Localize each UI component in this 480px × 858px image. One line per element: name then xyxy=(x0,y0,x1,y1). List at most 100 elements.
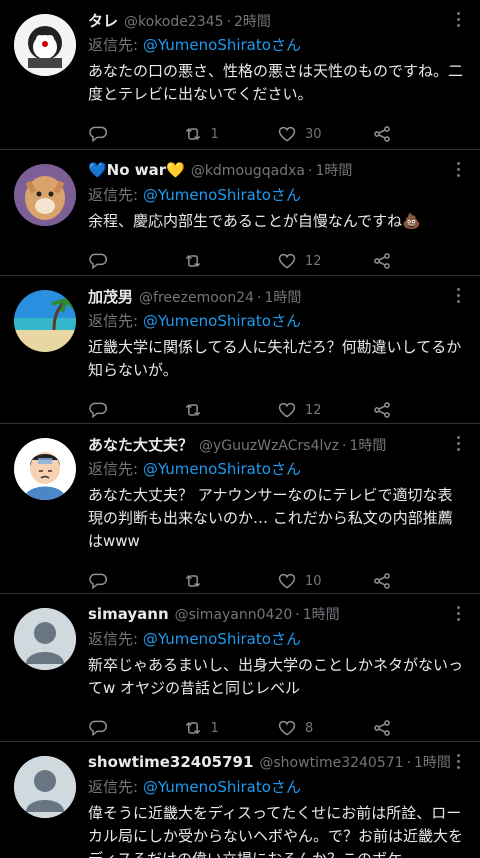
separator-dot: · xyxy=(308,163,313,179)
retweet-icon xyxy=(185,403,200,417)
tweet-item[interactable]: 💙No war💛 @kdmougqadxa · 1時間 返信先: @Yumeno… xyxy=(0,150,480,276)
reply-suffix: さん xyxy=(270,36,301,54)
heart-icon xyxy=(278,253,296,269)
like-button[interactable]: 12 xyxy=(277,251,372,271)
display-name[interactable]: あなた大丈夫？ xyxy=(88,434,193,455)
more-options-icon[interactable] xyxy=(456,754,462,772)
display-name[interactable]: simayann xyxy=(88,605,169,623)
more-options-icon[interactable] xyxy=(456,606,462,624)
like-button[interactable]: 12 xyxy=(277,400,372,420)
separator-dot: · xyxy=(406,755,412,771)
like-count: 10 xyxy=(305,573,322,589)
separator-dot: · xyxy=(295,607,300,623)
tweet-item[interactable]: あなた大丈夫？ @yGuuzWzACrs4lvz · 1時間 返信先: @Yum… xyxy=(0,424,480,594)
reply-button[interactable] xyxy=(88,124,183,144)
share-icon xyxy=(373,253,390,269)
more-options-icon[interactable] xyxy=(456,288,462,306)
tweet-item[interactable]: 加茂男 @freezemoon24 · 1時間 返信先: @YumenoShir… xyxy=(0,276,480,424)
timestamp[interactable]: 1時間 xyxy=(414,752,451,772)
reply-suffix: さん xyxy=(270,778,301,796)
retweet-button[interactable] xyxy=(183,571,278,591)
retweet-button[interactable] xyxy=(183,251,278,271)
like-count: 8 xyxy=(305,720,314,736)
display-name[interactable]: 加茂男 xyxy=(88,286,133,307)
reply-to-link[interactable]: @YumenoShirato xyxy=(143,630,271,648)
reply-button[interactable] xyxy=(88,400,183,420)
reply-to-link[interactable]: @YumenoShirato xyxy=(143,778,271,796)
tweet-actions: 12 xyxy=(88,241,466,281)
reply-prefix: 返信先: xyxy=(88,186,139,204)
like-button[interactable]: 30 xyxy=(277,124,372,144)
display-name[interactable]: タレ xyxy=(88,10,118,31)
like-button[interactable]: 10 xyxy=(277,571,372,591)
retweet-count: 1 xyxy=(210,126,219,142)
user-handle[interactable]: @freezemoon24 xyxy=(139,290,254,306)
retweet-count: 1 xyxy=(210,720,219,736)
reply-prefix: 返信先: xyxy=(88,312,139,330)
timestamp[interactable]: 2時間 xyxy=(234,11,271,31)
avatar[interactable] xyxy=(14,14,76,76)
avatar[interactable] xyxy=(14,290,76,352)
share-button[interactable] xyxy=(372,718,467,738)
more-options-icon[interactable] xyxy=(456,162,462,180)
like-button[interactable]: 8 xyxy=(277,718,372,738)
reply-context: 返信先: @YumenoShiratoさん xyxy=(88,458,466,482)
reply-prefix: 返信先: xyxy=(88,630,139,648)
reply-button[interactable] xyxy=(88,718,183,738)
share-button[interactable] xyxy=(372,124,467,144)
retweet-button[interactable] xyxy=(183,400,278,420)
reply-suffix: さん xyxy=(270,630,301,648)
retweet-button[interactable]: 1 xyxy=(183,718,278,738)
share-button[interactable] xyxy=(372,571,467,591)
user-handle[interactable]: @yGuuzWzACrs4lvz xyxy=(199,438,339,454)
user-handle[interactable]: @kokode2345 xyxy=(124,14,223,30)
reply-prefix: 返信先: xyxy=(88,36,139,54)
reply-button[interactable] xyxy=(88,571,183,591)
more-options-icon[interactable] xyxy=(456,436,462,454)
timestamp[interactable]: 1時間 xyxy=(315,160,352,180)
reply-context: 返信先: @YumenoShiratoさん xyxy=(88,34,466,58)
like-count: 30 xyxy=(305,126,322,142)
tweet-item[interactable]: showtime32405791 @showtime3240571 · 1時間 … xyxy=(0,742,480,858)
avatar[interactable] xyxy=(14,438,76,500)
user-handle[interactable]: @kdmougqadxa xyxy=(191,163,305,179)
tweet-header: あなた大丈夫？ @yGuuzWzACrs4lvz · 1時間 xyxy=(88,434,466,458)
display-name[interactable]: showtime32405791 xyxy=(88,753,253,771)
share-button[interactable] xyxy=(372,400,467,420)
share-button[interactable] xyxy=(372,251,467,271)
reply-to-link[interactable]: @YumenoShirato xyxy=(143,460,271,478)
heart-icon xyxy=(278,126,296,142)
tweet-item[interactable]: simayann @simayann0420 · 1時間 返信先: @Yumen… xyxy=(0,594,480,742)
timestamp[interactable]: 1時間 xyxy=(265,287,302,307)
tweet-header: showtime32405791 @showtime3240571 · 1時間 xyxy=(88,752,466,776)
tweet-header: 💙No war💛 @kdmougqadxa · 1時間 xyxy=(88,160,466,184)
reply-prefix: 返信先: xyxy=(88,778,139,796)
tweet-text: 新卒じゃあるまいし、出身大学のことしかネタがないってw オヤジの昔話と同じレベル xyxy=(88,656,464,697)
reply-to-link[interactable]: @YumenoShirato xyxy=(143,36,271,54)
tweet-item[interactable]: タレ @kokode2345 · 2時間 返信先: @YumenoShirato… xyxy=(0,0,480,150)
tweet-header: 加茂男 @freezemoon24 · 1時間 xyxy=(88,286,466,310)
avatar[interactable] xyxy=(14,164,76,226)
avatar[interactable] xyxy=(14,608,76,670)
tweet-text: 余程、慶応内部生であることが自慢なんですね💩 xyxy=(88,212,421,230)
avatar[interactable] xyxy=(14,756,76,818)
reply-suffix: さん xyxy=(270,186,301,204)
more-options-icon[interactable] xyxy=(456,12,462,30)
reply-context: 返信先: @YumenoShiratoさん xyxy=(88,776,466,800)
user-handle[interactable]: @simayann0420 xyxy=(175,607,293,623)
like-count: 12 xyxy=(305,253,322,269)
timestamp[interactable]: 1時間 xyxy=(303,604,340,624)
retweet-button[interactable]: 1 xyxy=(183,124,278,144)
reply-to-link[interactable]: @YumenoShirato xyxy=(143,312,271,330)
separator-dot: · xyxy=(226,14,231,30)
reply-button[interactable] xyxy=(88,251,183,271)
separator-dot: · xyxy=(342,438,347,454)
reply-icon xyxy=(89,573,108,590)
tweet-actions: 1 30 xyxy=(88,114,466,154)
display-name[interactable]: 💙No war💛 xyxy=(88,161,185,179)
user-handle[interactable]: @showtime3240571 xyxy=(259,755,403,771)
tweet-text: 偉そうに近畿大をディスってたくせにお前は所詮、ローカル局にしか受からないヘボやん… xyxy=(88,804,464,858)
reply-to-link[interactable]: @YumenoShirato xyxy=(143,186,271,204)
timestamp[interactable]: 1時間 xyxy=(349,435,386,455)
retweet-icon xyxy=(185,254,200,268)
